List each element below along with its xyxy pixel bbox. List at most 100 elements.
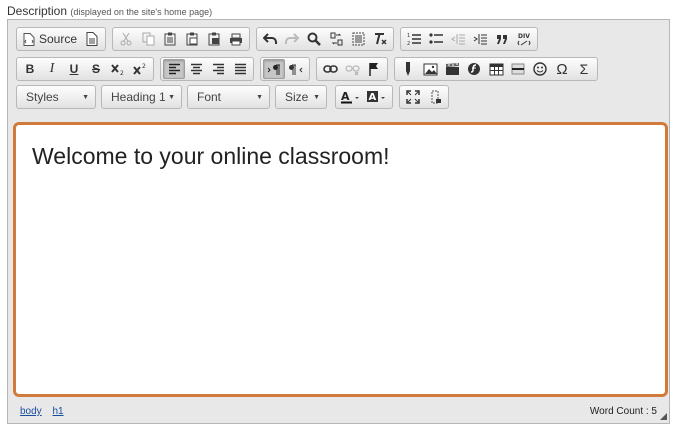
blockquote-button[interactable] xyxy=(491,29,513,49)
paste-word-button[interactable] xyxy=(203,29,225,49)
rtl-button[interactable] xyxy=(285,59,307,79)
background-color-icon: A xyxy=(367,91,385,103)
strikethrough-button[interactable]: S xyxy=(85,59,107,79)
source-button[interactable]: Source xyxy=(19,29,81,49)
editor-status-bar: body h1 Word Count : 5 xyxy=(8,401,669,423)
resize-handle-icon[interactable] xyxy=(660,413,667,420)
copy-icon xyxy=(142,32,155,46)
path-item-h1[interactable]: h1 xyxy=(52,406,63,417)
underline-button[interactable]: U xyxy=(63,59,85,79)
table-icon xyxy=(489,63,503,75)
unlink-icon xyxy=(345,65,359,75)
redo-button[interactable] xyxy=(281,29,303,49)
insert-group: Ω Σ xyxy=(394,57,598,81)
background-color-button[interactable]: A xyxy=(364,87,390,107)
remove-format-button[interactable] xyxy=(369,29,391,49)
font-value: Font xyxy=(197,90,222,104)
size-dropdown[interactable]: Size ▼ xyxy=(275,85,327,109)
paste-text-button[interactable] xyxy=(181,29,203,49)
styles-value: Styles xyxy=(26,90,59,104)
numbered-list-icon: 12 xyxy=(407,33,422,46)
numbered-list-button[interactable]: 12 xyxy=(403,29,425,49)
bulleted-list-icon xyxy=(429,33,444,44)
chevron-down-icon: ▼ xyxy=(82,93,89,101)
maximize-button[interactable] xyxy=(402,87,424,107)
maximize-icon xyxy=(406,90,420,104)
text-direction-ltr-icon xyxy=(267,64,280,75)
film-clapper-icon xyxy=(445,63,459,75)
create-div-button[interactable]: DIV xyxy=(513,29,535,49)
content-heading[interactable]: Welcome to your online classroom! xyxy=(32,143,390,170)
superscript-icon: 2 xyxy=(132,63,146,75)
align-center-button[interactable] xyxy=(185,59,207,79)
copy-button[interactable] xyxy=(137,29,159,49)
ltr-button[interactable] xyxy=(263,59,285,79)
outdent-icon xyxy=(451,34,466,45)
new-page-button[interactable] xyxy=(81,29,103,49)
format-dropdown[interactable]: Heading 1 ▼ xyxy=(101,85,182,109)
chevron-down-icon: ▼ xyxy=(168,93,175,101)
element-path: body h1 xyxy=(20,406,72,417)
align-left-button[interactable] xyxy=(163,59,185,79)
svg-text:2: 2 xyxy=(407,41,410,46)
horizontal-rule-button[interactable] xyxy=(507,59,529,79)
replace-button[interactable] xyxy=(325,29,347,49)
print-icon xyxy=(230,33,243,45)
color-group: A A xyxy=(335,85,393,109)
smiley-icon xyxy=(533,62,547,76)
subscript-icon: 2 xyxy=(110,64,124,76)
direction-group xyxy=(260,57,310,81)
bold-button[interactable]: B xyxy=(19,59,41,79)
indent-button[interactable] xyxy=(469,29,491,49)
video-button[interactable] xyxy=(441,59,463,79)
smiley-button[interactable] xyxy=(529,59,551,79)
indent-icon xyxy=(473,34,488,45)
align-center-icon xyxy=(190,63,202,75)
svg-text:A: A xyxy=(341,90,350,103)
text-color-button[interactable]: A xyxy=(338,87,364,107)
font-dropdown[interactable]: Font ▼ xyxy=(187,85,270,109)
search-icon xyxy=(307,32,321,46)
image-button[interactable] xyxy=(419,59,441,79)
editor-content-area[interactable]: Welcome to your online classroom! xyxy=(13,122,668,397)
word-count: Word Count : 5 xyxy=(589,406,657,417)
bulleted-list-button[interactable] xyxy=(425,29,447,49)
cut-button[interactable] xyxy=(115,29,137,49)
link-icon xyxy=(322,65,338,73)
styles-dropdown[interactable]: Styles ▼ xyxy=(16,85,96,109)
italic-button[interactable]: I xyxy=(41,59,63,79)
anchor-button[interactable] xyxy=(363,59,385,79)
flash-button[interactable] xyxy=(463,59,485,79)
svg-text:DIV: DIV xyxy=(518,33,530,40)
svg-text:A: A xyxy=(369,92,377,103)
paste-button[interactable] xyxy=(159,29,181,49)
horizontal-rule-icon xyxy=(511,63,525,75)
path-item-body[interactable]: body xyxy=(20,406,42,417)
show-blocks-button[interactable] xyxy=(424,87,446,107)
basic-style-group: B I U S 2 2 xyxy=(16,57,154,81)
paste-icon xyxy=(164,32,176,46)
svg-text:2: 2 xyxy=(142,63,146,70)
align-justify-button[interactable] xyxy=(229,59,251,79)
outdent-button[interactable] xyxy=(447,29,469,49)
special-char-button[interactable]: Ω xyxy=(551,59,573,79)
svg-text:2: 2 xyxy=(120,70,124,76)
undo-button[interactable] xyxy=(259,29,281,49)
find-button[interactable] xyxy=(303,29,325,49)
insert-media-button[interactable] xyxy=(397,59,419,79)
text-color-icon: A xyxy=(341,90,359,104)
format-value: Heading 1 xyxy=(111,90,166,104)
math-button[interactable]: Σ xyxy=(573,59,595,79)
select-all-button[interactable] xyxy=(347,29,369,49)
align-right-button[interactable] xyxy=(207,59,229,79)
alignment-group xyxy=(160,57,254,81)
scissors-icon xyxy=(120,32,132,46)
image-icon xyxy=(423,63,437,75)
superscript-button[interactable]: 2 xyxy=(129,59,151,79)
subscript-button[interactable]: 2 xyxy=(107,59,129,79)
unlink-button[interactable] xyxy=(341,59,363,79)
table-button[interactable] xyxy=(485,59,507,79)
print-button[interactable] xyxy=(225,29,247,49)
link-button[interactable] xyxy=(319,59,341,79)
list-group: 12 DIV xyxy=(400,27,539,51)
